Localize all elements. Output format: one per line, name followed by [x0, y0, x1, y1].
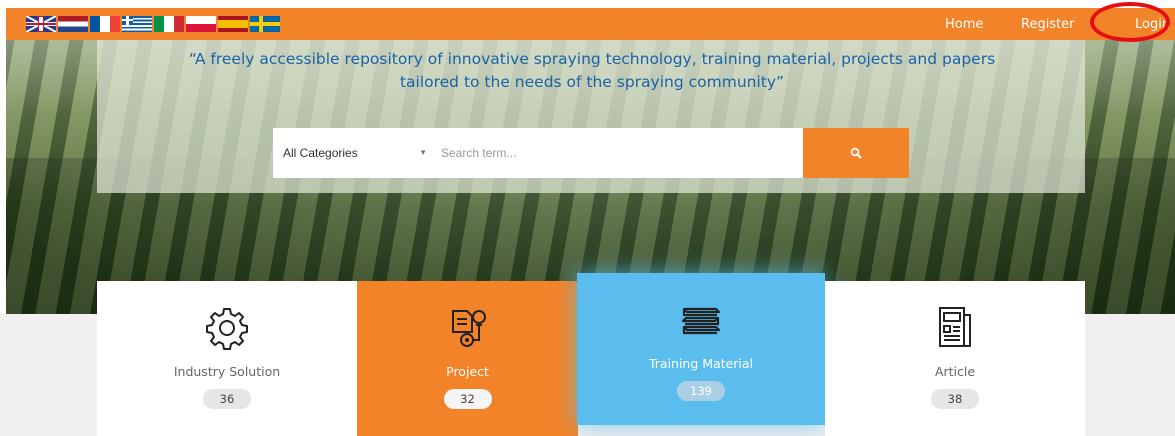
tile-project[interactable]: Project 32	[357, 281, 578, 436]
france-flag-icon[interactable]	[90, 16, 120, 32]
tile-training-material[interactable]: Training Material 139	[577, 273, 825, 425]
spain-flag-icon[interactable]	[218, 16, 248, 32]
uk-flag-icon[interactable]	[26, 16, 56, 32]
search-panel: “A freely accessible repository of innov…	[97, 40, 1085, 193]
count-badge: 38	[931, 389, 979, 409]
tile-label: Project	[446, 364, 489, 379]
hero-tagline: “A freely accessible repository of innov…	[188, 50, 996, 91]
tile-label: Article	[934, 364, 976, 379]
search-input[interactable]	[433, 128, 803, 178]
count-badge: 32	[443, 389, 492, 409]
nav-home-link[interactable]: Home	[945, 17, 983, 32]
count-badge: 36	[203, 389, 251, 409]
caret-down-icon: ▼	[419, 148, 427, 157]
language-selector	[26, 16, 280, 32]
newspaper-icon	[825, 305, 1085, 351]
tile-article[interactable]: Article 38	[825, 281, 1085, 436]
nav-register-link[interactable]: Register	[1021, 17, 1075, 32]
search-button[interactable]	[803, 128, 909, 178]
project-document-icon	[357, 305, 578, 351]
poland-flag-icon[interactable]	[186, 16, 216, 32]
category-tiles: Industry Solution 36 Project 32 Training…	[97, 273, 1085, 436]
books-icon	[577, 301, 825, 347]
italy-flag-icon[interactable]	[154, 16, 184, 32]
tile-label: Training Material	[648, 356, 754, 371]
tile-industry-solution[interactable]: Industry Solution 36	[97, 281, 357, 436]
search-bar: All Categories ▼	[273, 128, 909, 178]
sweden-flag-icon[interactable]	[250, 16, 280, 32]
category-select[interactable]: All Categories ▼	[273, 128, 433, 178]
category-select-value: All Categories	[283, 146, 358, 160]
nav-login-link[interactable]: Login	[1135, 17, 1170, 32]
top-bar: Home Register Login	[6, 8, 1175, 40]
count-badge: 139	[677, 381, 725, 401]
gear-icon	[97, 305, 357, 351]
search-icon	[850, 147, 862, 159]
netherlands-flag-icon[interactable]	[58, 16, 88, 32]
tile-label: Industry Solution	[173, 364, 281, 379]
greece-flag-icon[interactable]	[122, 16, 152, 32]
